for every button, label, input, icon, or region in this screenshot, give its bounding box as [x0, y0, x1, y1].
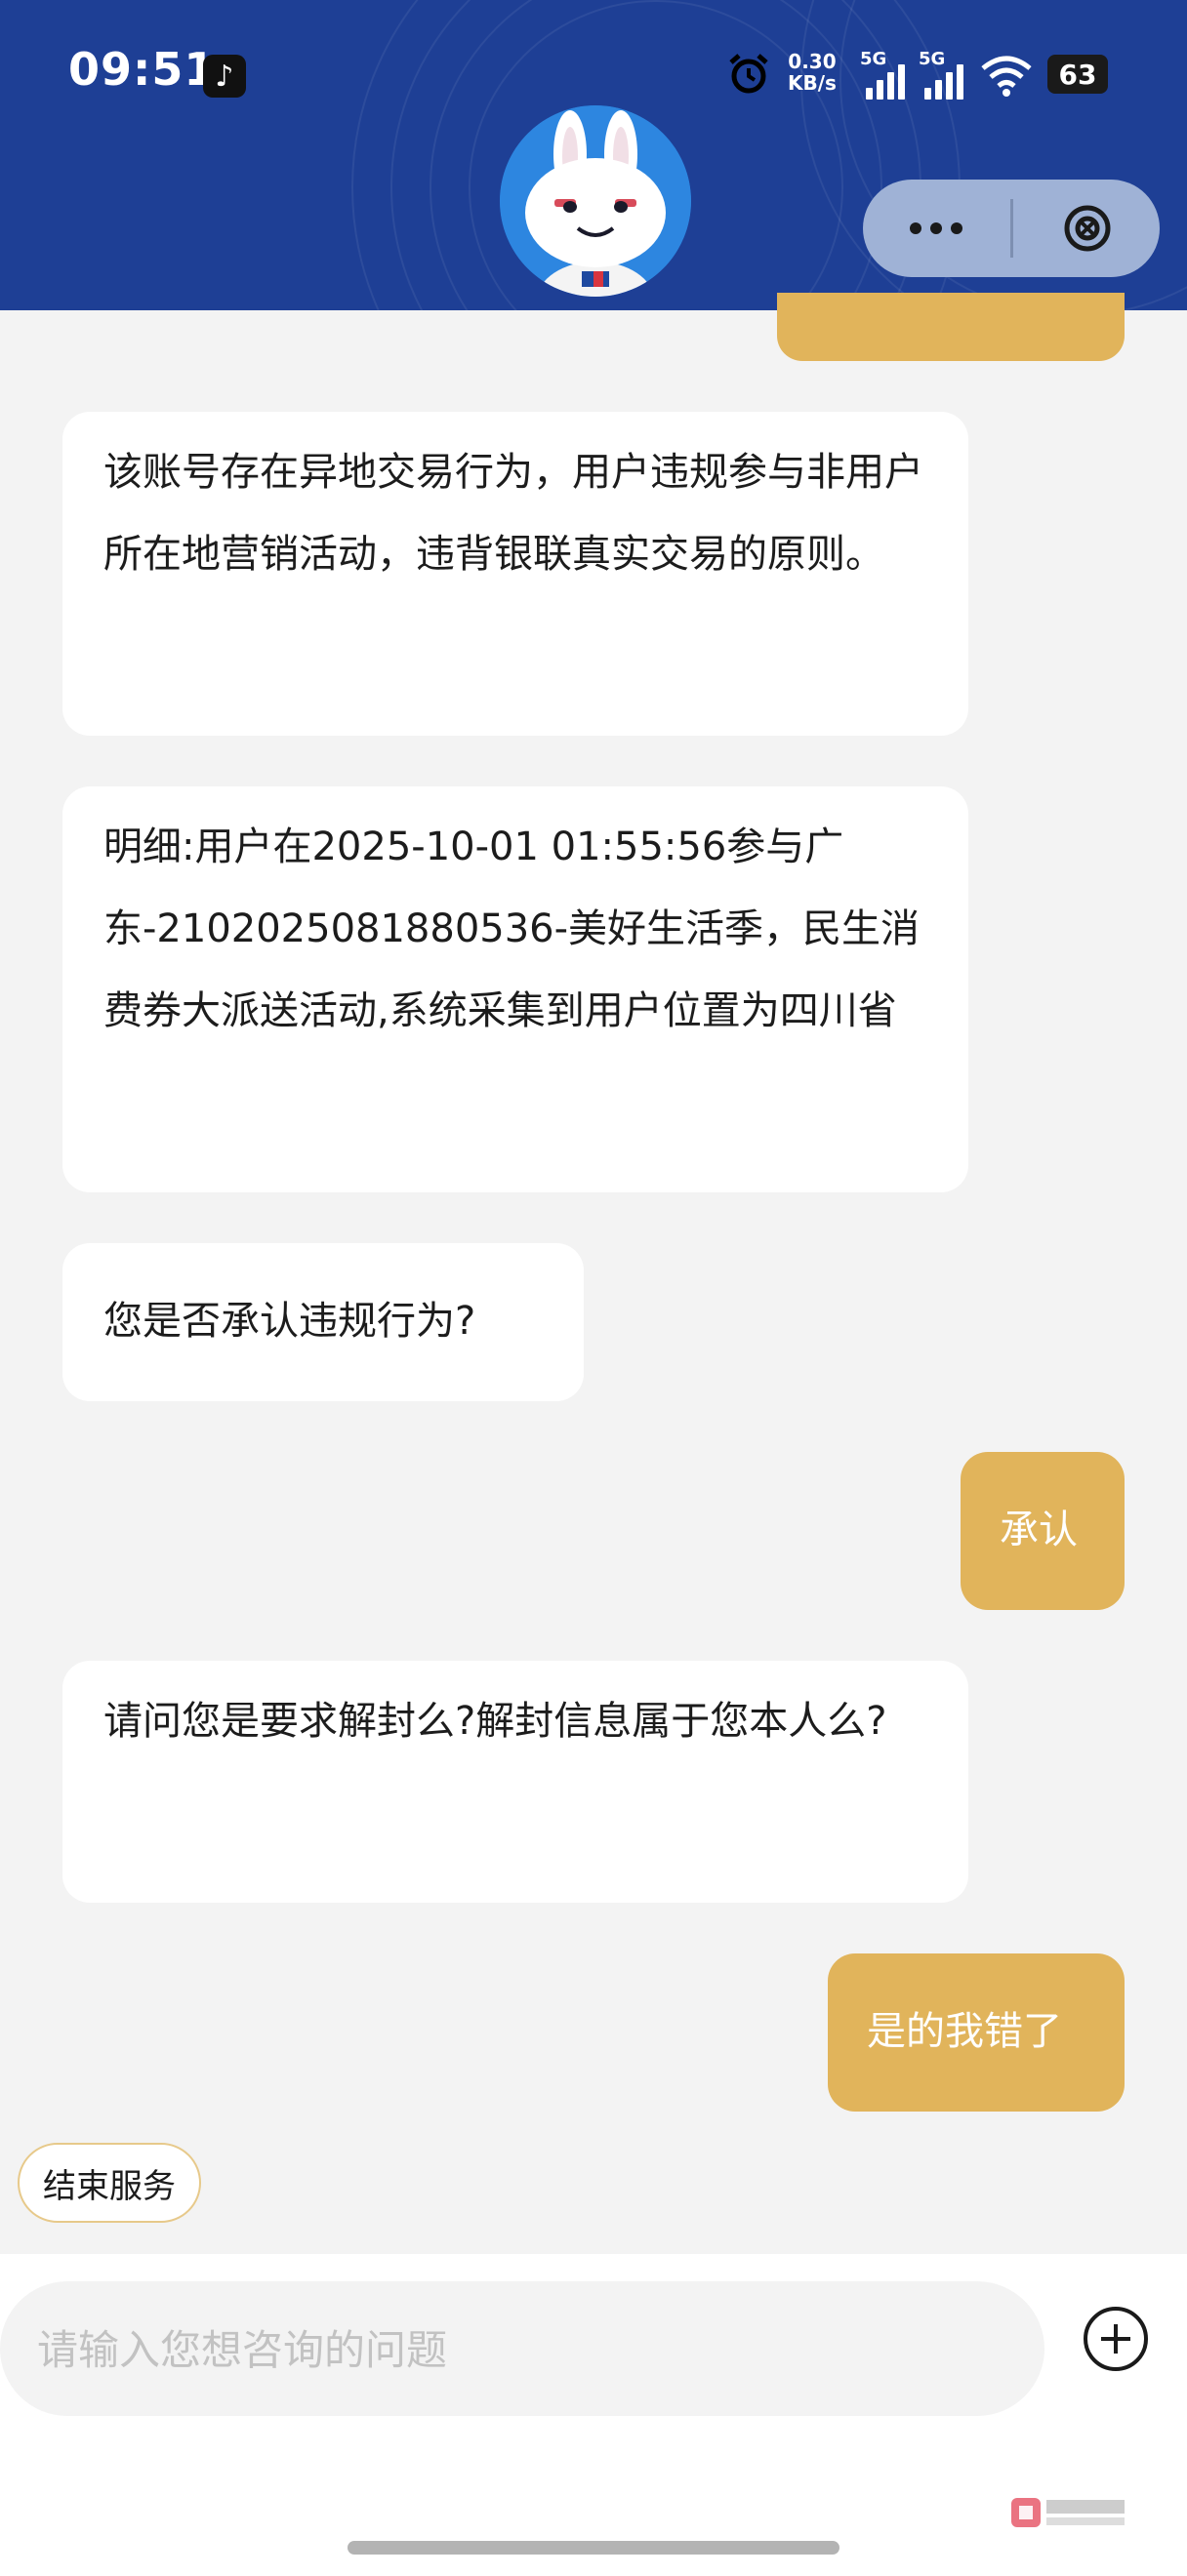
home-indicator[interactable]	[348, 2541, 839, 2555]
status-icons: 0.30 KB/s 5G 5G 63	[727, 49, 1118, 107]
signal-1: 5G	[860, 49, 919, 100]
user-bubble-partial	[777, 293, 1125, 361]
header: 09:51 ♪ 0.30 KB/s 5G 5G 63	[0, 0, 1187, 310]
close-icon	[1064, 205, 1111, 252]
signal-1-label: 5G	[860, 49, 887, 69]
mini-program-capsule	[863, 180, 1160, 277]
close-button[interactable]	[1015, 180, 1160, 277]
user-message: 承认	[961, 1452, 1125, 1610]
tiktok-icon: ♪	[203, 55, 246, 98]
network-speed-unit: KB/s	[788, 71, 837, 95]
capsule-divider	[1010, 199, 1013, 258]
input-container	[0, 2281, 1044, 2418]
bot-message-text: 该账号存在异地交易行为，用户违规参与非用户所在地营销活动，违背银联真实交易的原则…	[103, 450, 923, 577]
network-speed-value: 0.30	[788, 50, 837, 73]
mascot-illustration	[500, 105, 691, 297]
battery-indicator: 63	[1047, 55, 1108, 94]
bot-message: 明细:用户在2025-10-01 01:55:56参与广东-2102025081…	[62, 786, 968, 1192]
signal-2: 5G	[919, 49, 977, 100]
user-message-text: 是的我错了	[867, 2009, 1062, 2054]
signal-2-label: 5G	[919, 49, 946, 69]
status-time: 09:51	[68, 43, 217, 96]
more-button[interactable]	[863, 180, 1009, 277]
network-speed: 0.30 KB/s	[788, 51, 837, 94]
user-message-text: 承认	[1000, 1508, 1078, 1552]
bot-message-text: 请问您是要求解封么?解封信息属于您本人么?	[103, 1699, 887, 1744]
bot-message-text: 明细:用户在2025-10-01 01:55:56参与广东-2102025081…	[103, 825, 921, 1033]
alarm-icon	[729, 54, 768, 94]
user-message: 是的我错了	[828, 1953, 1125, 2112]
question-input[interactable]	[35, 2281, 1015, 2418]
bot-message: 该账号存在异地交易行为，用户违规参与非用户所在地营销活动，违背银联真实交易的原则…	[62, 412, 968, 736]
end-service-button[interactable]: 结束服务	[18, 2143, 201, 2223]
bot-message: 请问您是要求解封么?解封信息属于您本人么?	[62, 1661, 968, 1903]
more-icon	[910, 222, 962, 234]
mascot-avatar[interactable]	[500, 105, 691, 297]
plus-icon[interactable]	[1082, 2305, 1150, 2373]
watermark-logo	[1011, 2498, 1125, 2527]
bot-message: 您是否承认违规行为?	[62, 1243, 584, 1401]
bot-message-text: 您是否承认违规行为?	[103, 1299, 476, 1344]
wifi-icon	[981, 56, 1032, 97]
